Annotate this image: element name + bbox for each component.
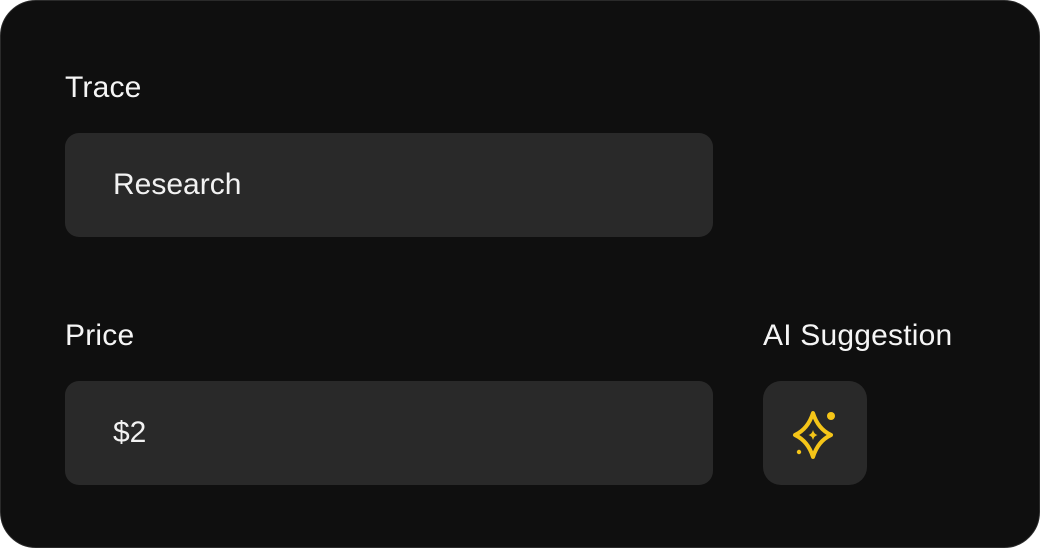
ai-suggestion-button[interactable] [763, 381, 867, 485]
form-card: Trace Research Price $2 AI Suggestion [0, 0, 1040, 548]
ai-suggestion-label: AI Suggestion [763, 319, 953, 352]
trace-input[interactable]: Research [65, 133, 713, 237]
sparkle-icon [787, 405, 843, 461]
price-label: Price [65, 319, 135, 352]
price-input-value: $2 [113, 416, 147, 449]
price-input[interactable]: $2 [65, 381, 713, 485]
trace-input-value: Research [113, 168, 242, 201]
trace-label: Trace [65, 71, 142, 104]
